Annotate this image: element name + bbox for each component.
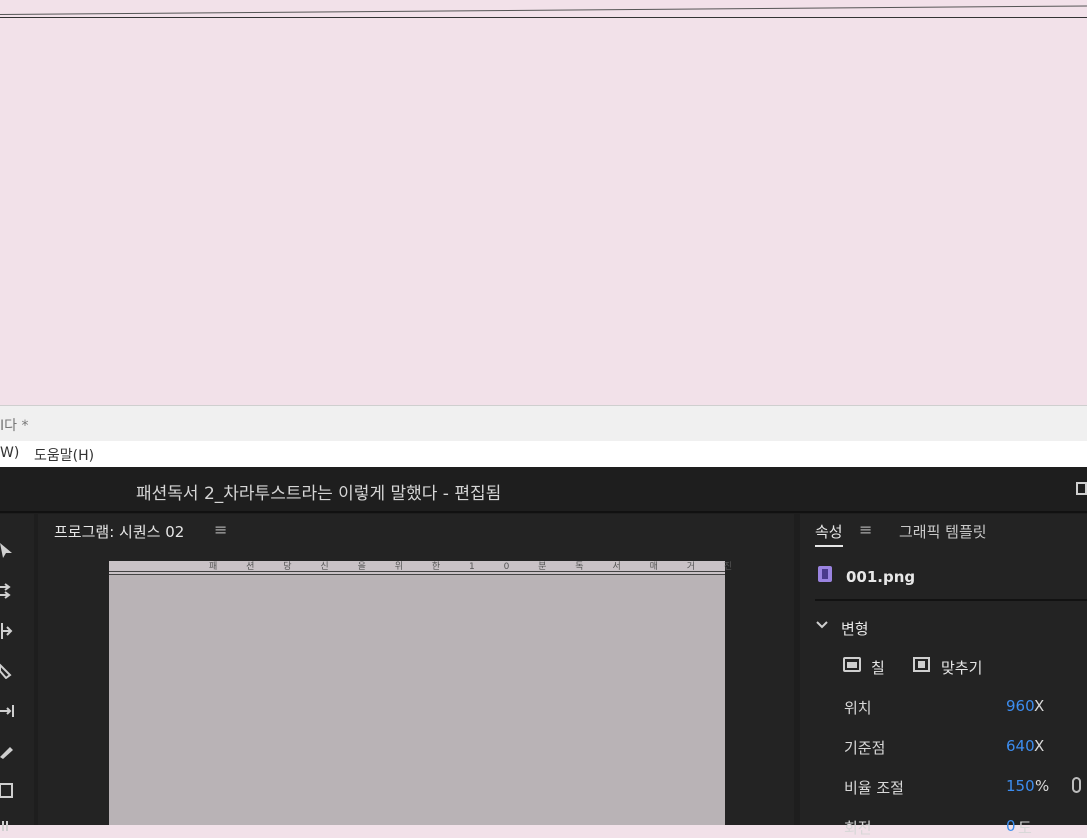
pink-preview-area: · · · · · · · xyxy=(0,0,1087,405)
selection-tool-icon[interactable] xyxy=(0,543,16,563)
tab-program-monitor[interactable]: 프로그램: 시퀀스 02 xyxy=(54,521,184,542)
rotation-unit: 도 xyxy=(1018,819,1032,837)
fill-frame-button[interactable]: 칠 xyxy=(871,657,885,678)
panel-menu-icon[interactable]: ≡ xyxy=(214,520,227,539)
project-title: 패션독서 2_차라투스트라는 이렇게 말했다 - 편집됨 xyxy=(136,484,502,504)
slip-icon[interactable] xyxy=(0,703,16,723)
program-frame[interactable]: 패 션 당 신 을 위 한 1 0 분 독 서 매 거 진 xyxy=(109,561,732,825)
fit-frame-button[interactable]: 맞추기 xyxy=(941,657,982,678)
section-transform[interactable]: 변형 xyxy=(841,618,869,639)
properties-panel: 속성 ≡ 그래픽 템플릿 001.png 변형 칠 맞추기 위치 960 X 기… xyxy=(800,514,1087,837)
tab-graphic-templates[interactable]: 그래픽 템플릿 xyxy=(899,521,987,542)
divider xyxy=(815,599,1087,601)
notepad-title-bar: I다 * xyxy=(0,405,1087,442)
notepad-menu-bar: W) 도움말(H) xyxy=(0,441,1087,467)
rotation-value[interactable]: 0 xyxy=(1006,817,1016,835)
rotation-label: 회전 xyxy=(844,819,872,837)
scale-unit: % xyxy=(1035,777,1050,795)
menu-item-window[interactable]: W) xyxy=(0,445,19,461)
anchor-x-value[interactable]: 640 xyxy=(1006,737,1035,755)
track-select-icon[interactable] xyxy=(0,583,16,603)
position-x-value[interactable]: 960 xyxy=(1006,697,1035,715)
clip-file-name: 001.png xyxy=(846,568,916,586)
app-title-bar: 패션독서 2_차라투스트라는 이렇게 말했다 - 편집됨 xyxy=(0,467,1087,513)
rectangle-icon[interactable] xyxy=(0,783,16,803)
preview-caption: · · · · · · · xyxy=(120,0,352,4)
scale-value[interactable]: 150 xyxy=(1006,777,1035,795)
notepad-title: I다 * xyxy=(0,418,29,434)
panel-menu-icon[interactable]: ≡ xyxy=(859,520,872,539)
razor-icon[interactable] xyxy=(0,663,16,683)
scale-label: 비율 조절 xyxy=(844,779,904,797)
frame-line xyxy=(109,574,725,575)
tab-properties[interactable]: 속성 xyxy=(815,521,843,547)
anchor-unit: X xyxy=(1034,737,1045,755)
position-label: 위치 xyxy=(844,699,872,717)
chevron-down-icon[interactable] xyxy=(816,618,828,634)
premiere-window: 패션독서 2_차라투스트라는 이렇게 말했다 - 편집됨 프로그램: 시퀀스 0… xyxy=(0,467,1087,837)
link-icon[interactable] xyxy=(1072,777,1081,793)
tools-panel xyxy=(0,514,34,831)
program-monitor-panel: 프로그램: 시퀀스 02 ≡ 패 션 당 신 을 위 한 1 0 분 독 서 매… xyxy=(38,514,794,825)
anchor-label: 기준점 xyxy=(844,739,886,757)
frame-line xyxy=(109,571,725,572)
ripple-edit-icon[interactable] xyxy=(0,623,16,643)
preview-line xyxy=(0,5,1087,15)
pen-icon[interactable] xyxy=(0,743,16,763)
fit-frame-icon[interactable] xyxy=(913,657,930,672)
preview-line xyxy=(0,17,1087,18)
menu-item-help[interactable]: 도움말(H) xyxy=(34,445,94,465)
window-icon[interactable] xyxy=(1076,482,1087,495)
hand-icon[interactable] xyxy=(0,816,16,836)
fill-frame-icon[interactable] xyxy=(843,657,861,672)
film-file-icon xyxy=(818,566,832,582)
position-unit: X xyxy=(1034,697,1045,715)
